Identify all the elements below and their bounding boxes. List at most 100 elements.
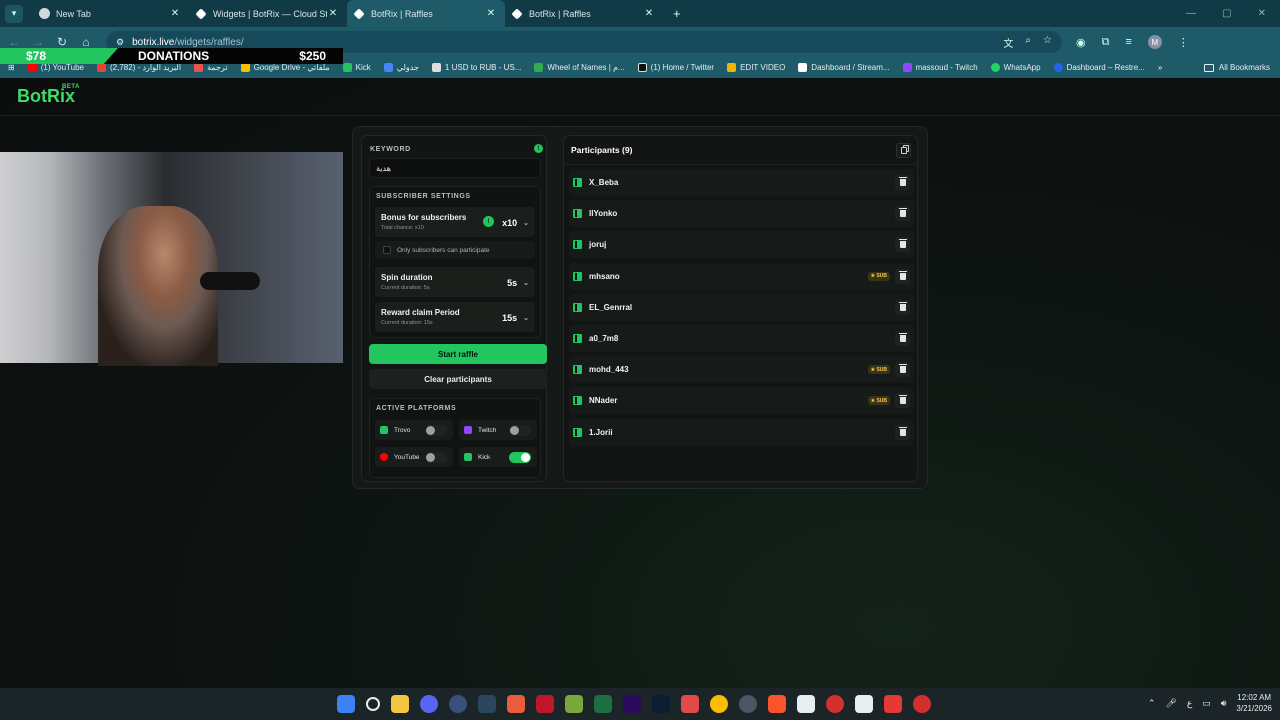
zoom-icon[interactable]: ⌕ bbox=[1025, 35, 1031, 50]
search-icon[interactable] bbox=[366, 697, 380, 711]
trash-icon[interactable] bbox=[895, 330, 910, 346]
start-raffle-button[interactable]: Start raffle bbox=[369, 344, 547, 364]
trash-icon[interactable] bbox=[895, 299, 910, 315]
keyword-input[interactable]: هدية bbox=[369, 158, 541, 178]
browser-tab-active[interactable]: BotRix | Raffles ✕ bbox=[347, 0, 505, 27]
trash-icon[interactable] bbox=[895, 424, 910, 440]
network-icon[interactable]: ▭ bbox=[1202, 698, 1211, 709]
more-bookmarks-icon[interactable]: » bbox=[1158, 63, 1162, 72]
trash-icon[interactable] bbox=[895, 362, 910, 378]
file-explorer-icon[interactable] bbox=[391, 695, 409, 713]
app-white-icon[interactable] bbox=[855, 695, 873, 713]
brave-icon[interactable] bbox=[768, 695, 786, 713]
browser-tab[interactable]: Widgets | BotRix — Cloud Strea ✕ bbox=[189, 0, 347, 27]
chrome-icon bbox=[39, 8, 50, 19]
minimize-icon[interactable]: — bbox=[1186, 8, 1196, 19]
app-red-icon[interactable] bbox=[536, 695, 554, 713]
clock[interactable]: 12:02 AM 3/21/2026 bbox=[1236, 692, 1272, 714]
back-icon[interactable]: ← bbox=[2, 35, 26, 49]
extensions-puzzle-icon[interactable]: ⧉ bbox=[1102, 36, 1110, 49]
bookmark-item[interactable]: (1) Home / Twitter bbox=[637, 63, 714, 72]
kick-toggle[interactable] bbox=[509, 452, 531, 463]
reading-list-icon[interactable]: ≡ bbox=[1125, 36, 1131, 48]
bookmark-item[interactable]: جدولي bbox=[383, 63, 419, 72]
media-player-icon[interactable] bbox=[449, 695, 467, 713]
copy-icon[interactable] bbox=[896, 143, 911, 158]
bookmark-item[interactable]: WhatsApp bbox=[990, 63, 1041, 72]
translate-icon[interactable]: 文 bbox=[1003, 35, 1013, 50]
all-bookmarks-button[interactable]: All Bookmarks bbox=[1203, 63, 1280, 72]
trash-icon[interactable] bbox=[895, 175, 910, 190]
new-tab-button[interactable]: + bbox=[673, 6, 681, 21]
profile-avatar[interactable]: M bbox=[1147, 35, 1162, 49]
app-cc2-icon[interactable] bbox=[913, 695, 931, 713]
capcut-icon[interactable] bbox=[797, 695, 815, 713]
bookmark-item[interactable]: Dashboard / Stream... bbox=[798, 63, 890, 72]
minecraft-icon[interactable] bbox=[565, 695, 583, 713]
close-tab-icon[interactable]: ✕ bbox=[485, 8, 497, 19]
app-badge-icon[interactable] bbox=[739, 695, 757, 713]
home-icon[interactable]: ⌂ bbox=[74, 35, 98, 49]
only-subs-checkbox[interactable] bbox=[383, 246, 391, 254]
close-window-icon[interactable]: ✕ bbox=[1258, 8, 1266, 19]
bookmark-item[interactable]: 1 USD to RUB - US... bbox=[431, 63, 521, 72]
premiere-icon[interactable] bbox=[623, 695, 641, 713]
bonus-select[interactable]: x10 ⌄ bbox=[502, 215, 529, 230]
tab-search-button[interactable]: ▾ bbox=[5, 4, 23, 23]
bookmark-item[interactable]: EDIT VIDEO bbox=[727, 63, 785, 72]
forward-icon[interactable]: → bbox=[26, 35, 50, 49]
twitch-toggle[interactable] bbox=[509, 425, 531, 436]
only-subs-checkbox-row[interactable]: Only subscribers can participate bbox=[375, 241, 535, 259]
mic-icon[interactable]: 🎤︎ bbox=[1165, 698, 1176, 709]
app-eu-icon[interactable] bbox=[507, 695, 525, 713]
bookmark-item[interactable]: Google Drive - ملفاتي bbox=[240, 63, 330, 72]
bookmark-item[interactable]: Kick bbox=[342, 63, 371, 72]
trash-icon[interactable] bbox=[895, 237, 910, 253]
app-eu2-icon[interactable] bbox=[884, 695, 902, 713]
reload-icon[interactable]: ↻ bbox=[50, 35, 74, 49]
app-cc-icon[interactable] bbox=[826, 695, 844, 713]
volume-icon[interactable]: 🔊︎ bbox=[1221, 698, 1227, 709]
donation-current: $78 bbox=[26, 49, 47, 63]
close-tab-icon[interactable]: ✕ bbox=[169, 8, 181, 19]
bookmark-label: Kick bbox=[355, 63, 371, 72]
steam-icon[interactable] bbox=[478, 695, 496, 713]
maximize-icon[interactable]: ▢ bbox=[1222, 8, 1231, 19]
trash-icon[interactable] bbox=[895, 206, 910, 222]
info-icon[interactable]: ! bbox=[534, 144, 543, 153]
menu-dots-icon[interactable]: ⋮ bbox=[1178, 36, 1189, 49]
bookmark-item[interactable]: Wheel of Names | م... bbox=[534, 63, 625, 72]
extension-icon[interactable]: ◉ bbox=[1076, 36, 1086, 49]
bookmark-item[interactable]: البريد الوارد - (2,782) bbox=[97, 63, 181, 72]
tray-chevron-icon[interactable]: ⌃ bbox=[1148, 698, 1156, 709]
photoshop-icon[interactable] bbox=[652, 695, 670, 713]
claim-select[interactable]: 15s ⌄ bbox=[502, 310, 529, 325]
bonus-value: x10 bbox=[502, 217, 518, 228]
bookmark-item[interactable]: massoud - Twitch bbox=[902, 63, 978, 72]
apps-grid-icon[interactable]: ⊞ bbox=[8, 63, 15, 72]
browser-tab[interactable]: New Tab ✕ bbox=[31, 0, 189, 27]
language-indicator[interactable]: ع bbox=[1187, 698, 1192, 709]
site-info-icon[interactable]: ⚙ bbox=[116, 37, 124, 48]
bookmark-item[interactable]: Dashboard – Restre... bbox=[1053, 63, 1145, 72]
bookmark-item[interactable]: ترجمة bbox=[194, 63, 228, 72]
browser-tab[interactable]: BotRix | Raffles ✕ bbox=[505, 0, 663, 27]
chrome-icon[interactable] bbox=[710, 695, 728, 713]
trash-icon[interactable] bbox=[895, 393, 910, 409]
close-tab-icon[interactable]: ✕ bbox=[327, 8, 339, 19]
app-icon[interactable] bbox=[681, 695, 699, 713]
excel-icon[interactable] bbox=[594, 695, 612, 713]
bookmark-star-icon[interactable]: ☆ bbox=[1043, 35, 1052, 50]
bookmark-item[interactable]: (1) YouTube bbox=[27, 63, 84, 72]
windows-start-icon[interactable] bbox=[337, 695, 355, 713]
trash-icon[interactable] bbox=[895, 268, 910, 284]
discord-icon[interactable] bbox=[420, 695, 438, 713]
bonus-info-icon[interactable]: ! bbox=[483, 216, 494, 227]
clear-participants-button[interactable]: Clear participants bbox=[369, 369, 547, 389]
donation-goal: $250 bbox=[299, 49, 326, 63]
botrix-logo[interactable]: BotRix BETA bbox=[17, 84, 79, 107]
spin-select[interactable]: 5s ⌄ bbox=[507, 275, 529, 290]
trovo-toggle[interactable] bbox=[425, 425, 447, 436]
close-tab-icon[interactable]: ✕ bbox=[643, 8, 655, 19]
youtube-toggle[interactable] bbox=[425, 452, 447, 463]
